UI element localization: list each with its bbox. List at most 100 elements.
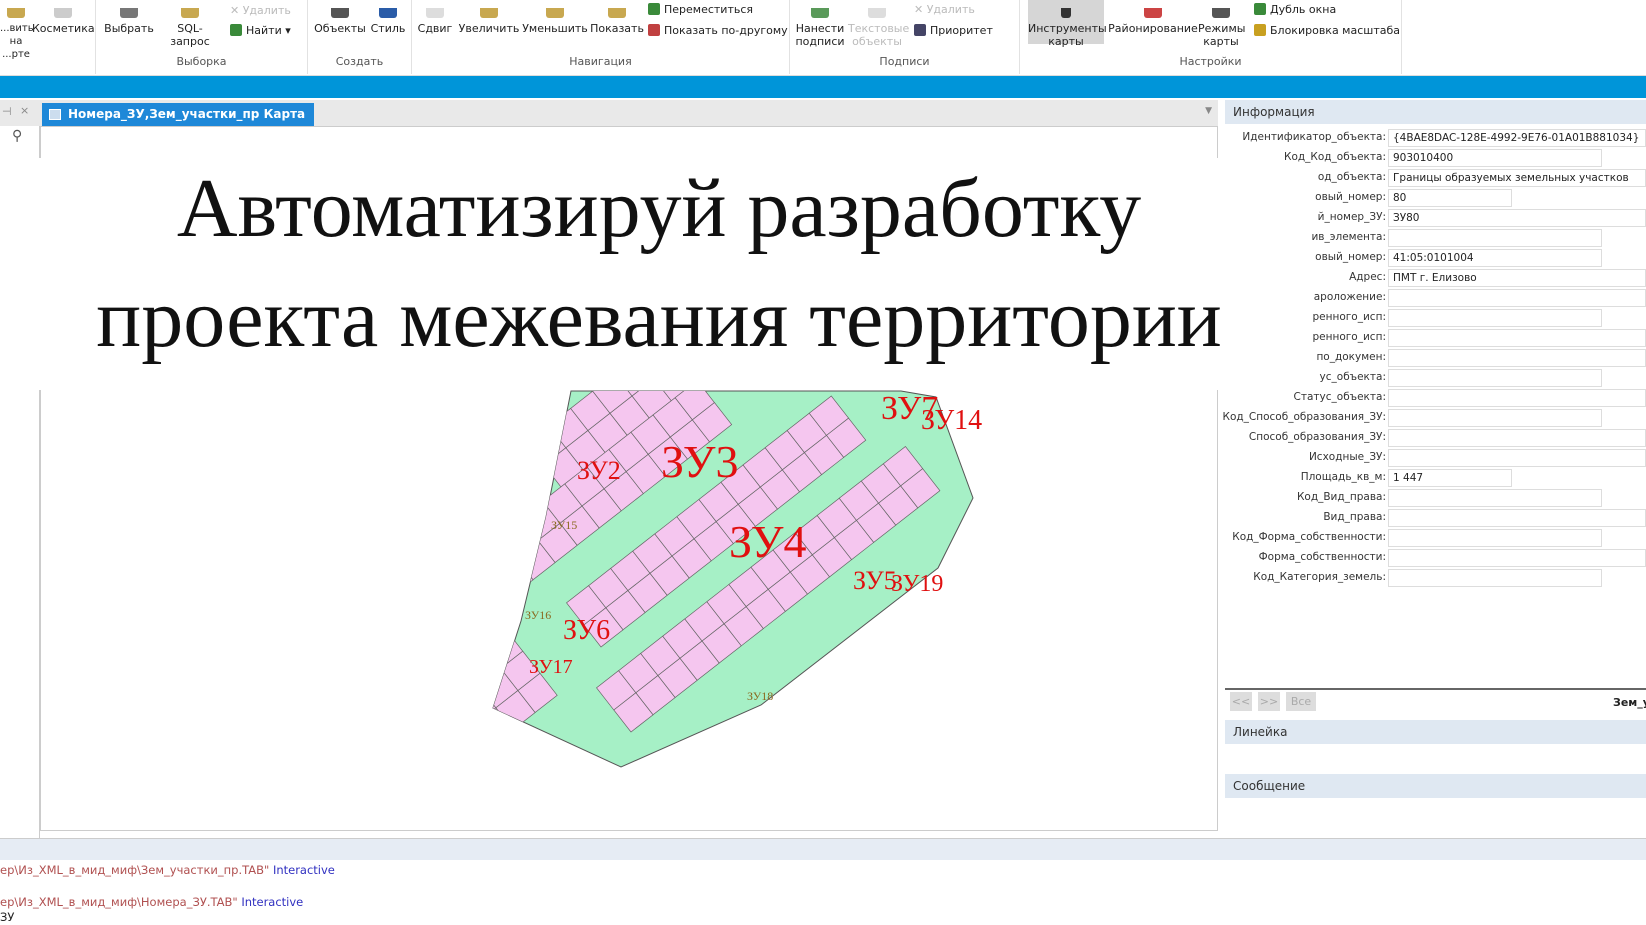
zoom-in-icon — [480, 8, 498, 18]
parcel-label-small: ЗУ18 — [747, 689, 773, 703]
add-to-map-label: ...вить на ...рте — [0, 23, 34, 60]
field-value[interactable]: {4BAE8DAC-128E-4992-9E76-01A01B881034} — [1388, 129, 1646, 147]
parcel-label: ЗУ3 — [661, 436, 738, 487]
map-tools-button[interactable]: Инструменты карты — [1028, 0, 1107, 48]
zoom-out-button[interactable]: Уменьшить — [522, 8, 588, 35]
info-field-row: Форма_собственности: — [1225, 548, 1646, 567]
field-value[interactable] — [1388, 389, 1646, 407]
field-label: Исходные_ЗУ: — [1308, 451, 1386, 463]
field-value[interactable] — [1388, 349, 1646, 367]
info-panel: Информация Идентификатор_объекта: {4BAE8D… — [1223, 100, 1646, 838]
map-tools-icon — [1061, 8, 1071, 18]
sql-query-button[interactable]: SQL-запрос — [158, 8, 222, 48]
info-field-row: Код_Код_объекта: 903010400 — [1225, 148, 1646, 167]
info-field-row: овый_номер: 41:05:0101004 — [1225, 248, 1646, 267]
field-label: Форма_собственности: — [1258, 551, 1386, 563]
field-value[interactable]: 80 — [1388, 189, 1512, 207]
field-label: по_докумен: — [1316, 351, 1386, 363]
draw-icon — [331, 8, 349, 18]
field-label: Код_Код_объекта: — [1284, 151, 1386, 163]
priority-button[interactable]: Приоритет — [914, 24, 993, 37]
field-label: Способ_образования_ЗУ: — [1248, 431, 1386, 443]
show-other-button[interactable]: Показать по-другому — [648, 24, 788, 37]
style-icon — [379, 8, 397, 18]
land-lot[interactable] — [457, 685, 497, 726]
parcel-label: ЗУ2 — [577, 456, 621, 485]
close-panel-icon[interactable]: × — [20, 104, 29, 117]
land-lot[interactable] — [461, 645, 502, 687]
field-value[interactable] — [1388, 489, 1602, 507]
style-button[interactable]: Стиль — [368, 8, 408, 35]
hand-icon — [426, 8, 444, 18]
field-value[interactable] — [1388, 409, 1602, 427]
field-value[interactable] — [1388, 509, 1646, 527]
pin-icon[interactable]: ⊣ — [2, 105, 12, 118]
objects-button[interactable]: Объекты — [314, 8, 366, 35]
tab-map[interactable]: Номера_ЗУ,Зем_участки_пр Карта ◆ — [42, 103, 314, 144]
ribbon-group-navigation: Сдвиг Увеличить Уменьшить Показать Перем… — [412, 0, 790, 74]
field-value[interactable] — [1388, 549, 1646, 567]
next-record-button[interactable]: >> — [1258, 692, 1280, 711]
move-to-button[interactable]: Переместиться — [648, 3, 753, 16]
show-button[interactable]: Показать — [590, 8, 644, 35]
search-icon[interactable]: ⚲ — [12, 128, 22, 144]
field-label: ус_объекта: — [1319, 371, 1386, 383]
land-lot[interactable] — [498, 517, 539, 559]
log-line: ер\Из_XML_в_мид_миф\Зем_участки_пр.TAB" … — [0, 863, 335, 877]
field-value[interactable]: ПМТ г. Елизово — [1388, 269, 1646, 287]
find-icon — [230, 24, 242, 36]
field-value[interactable] — [1388, 329, 1646, 347]
delete-label-button[interactable]: ✕ Удалить — [914, 3, 975, 16]
ruler-panel-title: Линейка — [1225, 720, 1646, 744]
field-value[interactable] — [1388, 369, 1602, 387]
add-to-map-button[interactable]: ...вить на ...рте — [0, 8, 34, 61]
field-value[interactable]: 41:05:0101004 — [1388, 249, 1602, 267]
pan-button[interactable]: Сдвиг — [414, 8, 456, 35]
ribbon-group-selection: Выбрать SQL-запрос ✕ Удалить Найти ▾ Выб… — [96, 0, 308, 74]
info-field-row: ив_элемента: — [1225, 228, 1646, 247]
field-label: од_объекта: — [1317, 171, 1386, 183]
all-records-button[interactable]: Все — [1286, 692, 1316, 711]
land-lot[interactable] — [439, 664, 478, 703]
parcel-label-small: ЗУ16 — [525, 608, 551, 622]
tab-dropdown-icon[interactable]: ▼ — [1205, 106, 1212, 116]
zoom-in-button[interactable]: Увеличить — [458, 8, 520, 35]
field-value[interactable]: 1 447 — [1388, 469, 1512, 487]
group-label-create: Создать — [335, 55, 384, 68]
cursor-icon — [120, 8, 138, 18]
field-value[interactable] — [1388, 229, 1602, 247]
land-lot[interactable] — [477, 535, 517, 576]
info-field-row: Код_Форма_собственности: — [1225, 528, 1646, 547]
parcel-label: ЗУ19 — [891, 571, 943, 597]
prev-record-button[interactable]: << — [1230, 692, 1252, 711]
field-value[interactable]: 903010400 — [1388, 149, 1602, 167]
field-value[interactable] — [1388, 309, 1602, 327]
cosmetics-button[interactable]: Косметика — [32, 8, 95, 35]
field-value[interactable] — [1388, 429, 1646, 447]
info-field-row: Площадь_кв_м: 1 447 — [1225, 468, 1646, 487]
delete-selection-button[interactable]: ✕ Удалить — [230, 4, 291, 17]
info-field-row: й_номер_ЗУ: ЗУ80 — [1225, 208, 1646, 227]
text-objects-button[interactable]: Текстовые объекты — [848, 8, 909, 48]
field-value[interactable]: Границы образуемых земельных участков — [1388, 169, 1646, 187]
field-value[interactable]: ЗУ80 — [1388, 209, 1646, 227]
sql-icon — [181, 8, 199, 18]
map-modes-button[interactable]: Режимы карты — [1198, 8, 1245, 48]
lock-scale-button[interactable]: Блокировка масштаба — [1254, 24, 1400, 37]
parcel-label: ЗУ6 — [563, 615, 610, 646]
move-icon — [648, 3, 660, 15]
ribbon-group-create: Объекты Стиль Создать — [308, 0, 412, 74]
field-value[interactable] — [1388, 289, 1646, 307]
duplicate-window-button[interactable]: Дубль окна — [1254, 3, 1336, 16]
field-value[interactable] — [1388, 449, 1646, 467]
land-lot[interactable] — [493, 557, 534, 598]
field-value[interactable] — [1388, 569, 1602, 587]
find-button[interactable]: Найти ▾ — [230, 24, 291, 37]
apply-labels-button[interactable]: Нанести подписи — [794, 8, 846, 48]
field-label: ренного_исп: — [1312, 331, 1386, 343]
zoning-button[interactable]: Районирование — [1108, 8, 1198, 35]
layer-name: Зем_у — [1613, 696, 1646, 709]
field-value[interactable] — [1388, 529, 1602, 547]
select-button[interactable]: Выбрать — [104, 8, 154, 35]
info-field-row: Идентификатор_объекта: {4BAE8DAC-128E-499… — [1225, 128, 1646, 147]
